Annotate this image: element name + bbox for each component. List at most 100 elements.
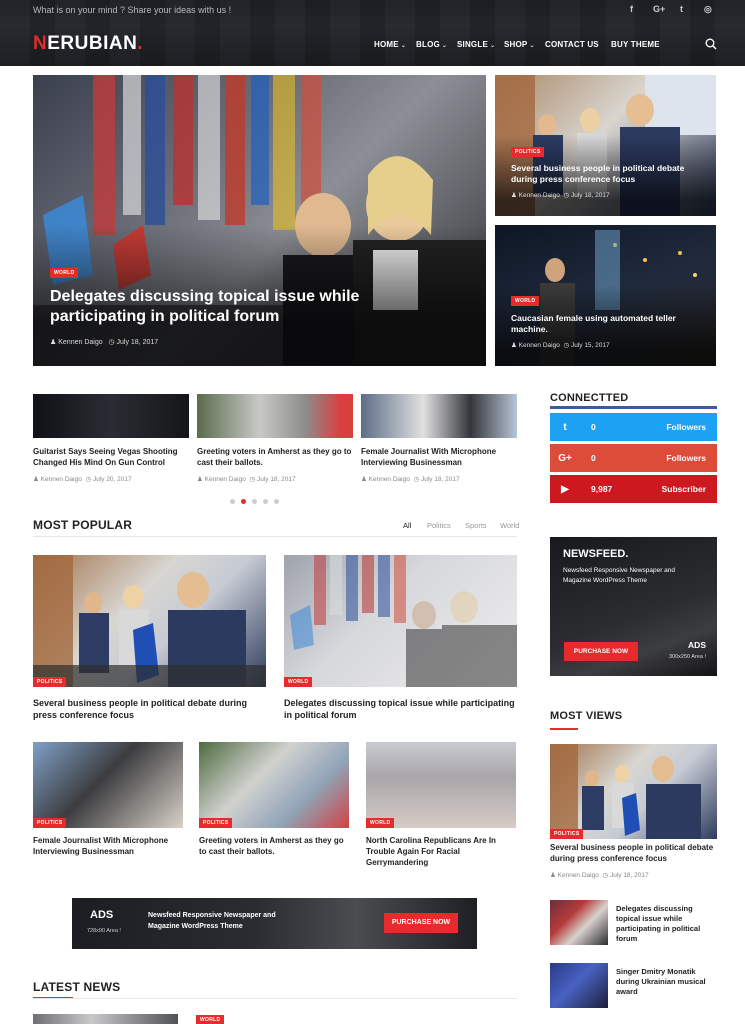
author-name[interactable]: Kennen Daigo <box>519 342 560 349</box>
banner-ad-label: ADS <box>90 909 114 921</box>
sidebar-ad[interactable]: NEWSFEED. Newsfeed Responsive Newspaper … <box>550 537 717 676</box>
most-views-photo <box>550 744 701 839</box>
facebook-icon[interactable]: f <box>630 4 633 14</box>
popular-big-title-1[interactable]: Several business people in political deb… <box>33 697 266 721</box>
carousel-dot[interactable] <box>252 499 257 504</box>
filter-sports[interactable]: Sports <box>465 521 487 530</box>
carousel-meta-1: ♟ Kennen Daigo ◷ July 20, 2017 <box>33 475 132 483</box>
nav-blog[interactable]: BLOG ⌄ <box>416 40 447 49</box>
sidebar-ad-text: Newsfeed Responsive Newspaper and Magazi… <box>563 567 676 585</box>
youtube-subscribers[interactable]: ▶ 9,987 Subscriber <box>550 475 717 503</box>
twitter-followers[interactable]: t 0 Followers <box>550 413 717 441</box>
category-badge[interactable]: POLITICS <box>511 147 545 157</box>
filter-world[interactable]: World <box>500 521 519 530</box>
most-views-title-1[interactable]: Delegates discussing topical issue while… <box>616 904 716 945</box>
clock-icon: ◷ <box>249 476 256 483</box>
most-views-main-meta: ♟ Kennen Daigo ◷ July 18, 2017 <box>550 871 649 879</box>
carousel-image-3[interactable] <box>361 394 517 438</box>
twitter-icon: t <box>563 421 567 433</box>
carousel-image-1[interactable] <box>33 394 189 438</box>
sidebar-purchase-button[interactable]: PURCHASE NOW <box>564 642 638 661</box>
twitter-count: 0 <box>591 422 596 432</box>
category-badge[interactable]: WORLD <box>511 296 540 306</box>
carousel-dot[interactable] <box>263 499 268 504</box>
twitter-icon[interactable]: t <box>680 4 683 14</box>
popular-big-image-2[interactable]: WORLD <box>284 555 517 687</box>
sidebar-title-connected: CONNECTTED <box>550 392 629 404</box>
clock-icon: ◷ <box>563 342 570 349</box>
popular-small-image-2[interactable]: POLITICS <box>199 742 349 828</box>
category-badge[interactable]: POLITICS <box>550 829 584 839</box>
banner-ad[interactable]: ADS 728x90 Area ! Newsfeed Responsive Ne… <box>72 898 477 949</box>
popular-small-title-1[interactable]: Female Journalist With Microphone Interv… <box>33 836 183 858</box>
author-icon: ♟ <box>511 342 517 349</box>
clock-icon: ◷ <box>85 476 92 483</box>
hero-side-article-2[interactable]: WORLD Caucasian female using automated t… <box>495 225 716 366</box>
popular-big-title-2[interactable]: Delegates discussing topical issue while… <box>284 697 519 721</box>
author-name[interactable]: Kennen Daigo <box>41 476 82 483</box>
author-name[interactable]: Kennen Daigo <box>519 192 560 199</box>
carousel-image-2[interactable] <box>197 394 353 438</box>
hero-main-title[interactable]: Delegates discussing topical issue while… <box>50 287 380 327</box>
hero-side-title-1[interactable]: Several business people in political deb… <box>511 163 711 184</box>
clock-icon: ◷ <box>602 872 609 879</box>
hero-main-article[interactable]: WORLD Delegates discussing topical issue… <box>33 75 486 366</box>
carousel-dot[interactable] <box>230 499 235 504</box>
category-badge[interactable]: POLITICS <box>199 818 233 828</box>
category-badge[interactable]: POLITICS <box>33 818 67 828</box>
filter-politics[interactable]: Politics <box>427 521 451 530</box>
category-badge[interactable]: POLITICS <box>33 677 67 687</box>
nav-contact-us[interactable]: CONTACT US <box>545 40 599 49</box>
most-views-thumb-2[interactable] <box>550 963 608 1008</box>
author-name[interactable]: Kennen Daigo <box>205 476 246 483</box>
instagram-icon[interactable]: ◎ <box>704 4 712 15</box>
author-name[interactable]: Kennen Daigo <box>58 339 102 346</box>
category-badge[interactable]: WORLD <box>366 818 395 828</box>
twitter-label: Followers <box>666 422 706 432</box>
author-icon: ♟ <box>361 476 367 483</box>
nav-shop[interactable]: SHOP ⌄ <box>504 40 535 49</box>
google-plus-followers[interactable]: G+ 0 Followers <box>550 444 717 472</box>
post-date: July 18, 2017 <box>420 476 460 483</box>
carousel-title-3[interactable]: Female Journalist With Microphone Interv… <box>361 447 511 469</box>
hero-side-title-2[interactable]: Caucasian female using automated teller … <box>511 313 711 334</box>
google-plus-icon: G+ <box>558 452 572 464</box>
site-header: What is on your mind ? Share your ideas … <box>0 0 745 66</box>
category-badge[interactable]: WORLD <box>196 1015 225 1024</box>
latest-news-image-1[interactable] <box>33 1014 178 1024</box>
carousel-dots <box>227 491 282 509</box>
carousel-title-2[interactable]: Greeting voters in Amherst as they go to… <box>197 447 355 469</box>
popular-small-image-3[interactable]: WORLD <box>366 742 516 828</box>
category-badge[interactable]: WORLD <box>284 677 313 687</box>
nav-buy-theme[interactable]: BUY THEME <box>611 40 660 49</box>
nav-home[interactable]: HOME ⌄ <box>374 40 406 49</box>
popular-small-image-1[interactable]: POLITICS <box>33 742 183 828</box>
banner-ad-text: Newsfeed Responsive Newspaper and Magazi… <box>148 912 276 931</box>
hero-side-article-1[interactable]: POLITICS Several business people in poli… <box>495 75 716 216</box>
popular-small-title-3[interactable]: North Carolina Republicans Are In Troubl… <box>366 836 518 868</box>
category-badge[interactable]: WORLD <box>50 268 79 278</box>
youtube-label: Subscriber <box>661 484 706 494</box>
site-logo[interactable]: NERUBIAN. <box>33 33 143 55</box>
clock-icon: ◷ <box>563 192 570 199</box>
carousel-dot-active[interactable] <box>241 499 246 504</box>
popular-big-image-1[interactable]: POLITICS <box>33 555 266 687</box>
sidebar-ad-brand: NEWSFEED. <box>563 548 629 560</box>
author-name[interactable]: Kennen Daigo <box>558 872 599 879</box>
author-icon: ♟ <box>50 339 57 346</box>
popular-small-title-2[interactable]: Greeting voters in Amherst as they go to… <box>199 836 349 858</box>
most-views-main-title[interactable]: Several business people in political deb… <box>550 843 717 865</box>
header-tagline: What is on your mind ? Share your ideas … <box>33 5 232 15</box>
most-views-title-2[interactable]: Singer Dmitry Monatik during Ukrainian m… <box>616 967 716 997</box>
banner-purchase-button[interactable]: PURCHASE NOW <box>384 913 458 933</box>
carousel-title-1[interactable]: Guitarist Says Seeing Vegas Shooting Cha… <box>33 447 183 469</box>
author-name[interactable]: Kennen Daigo <box>369 476 410 483</box>
most-views-thumb-1[interactable] <box>550 900 608 945</box>
filter-all[interactable]: All <box>403 521 411 530</box>
carousel-dot[interactable] <box>274 499 279 504</box>
search-icon[interactable] <box>705 38 717 50</box>
most-views-main-image[interactable]: POLITICS <box>550 744 717 839</box>
nav-single[interactable]: SINGLE ⌄ <box>457 40 495 49</box>
google-plus-icon[interactable]: G+ <box>653 4 665 14</box>
youtube-icon: ▶ <box>561 483 569 495</box>
